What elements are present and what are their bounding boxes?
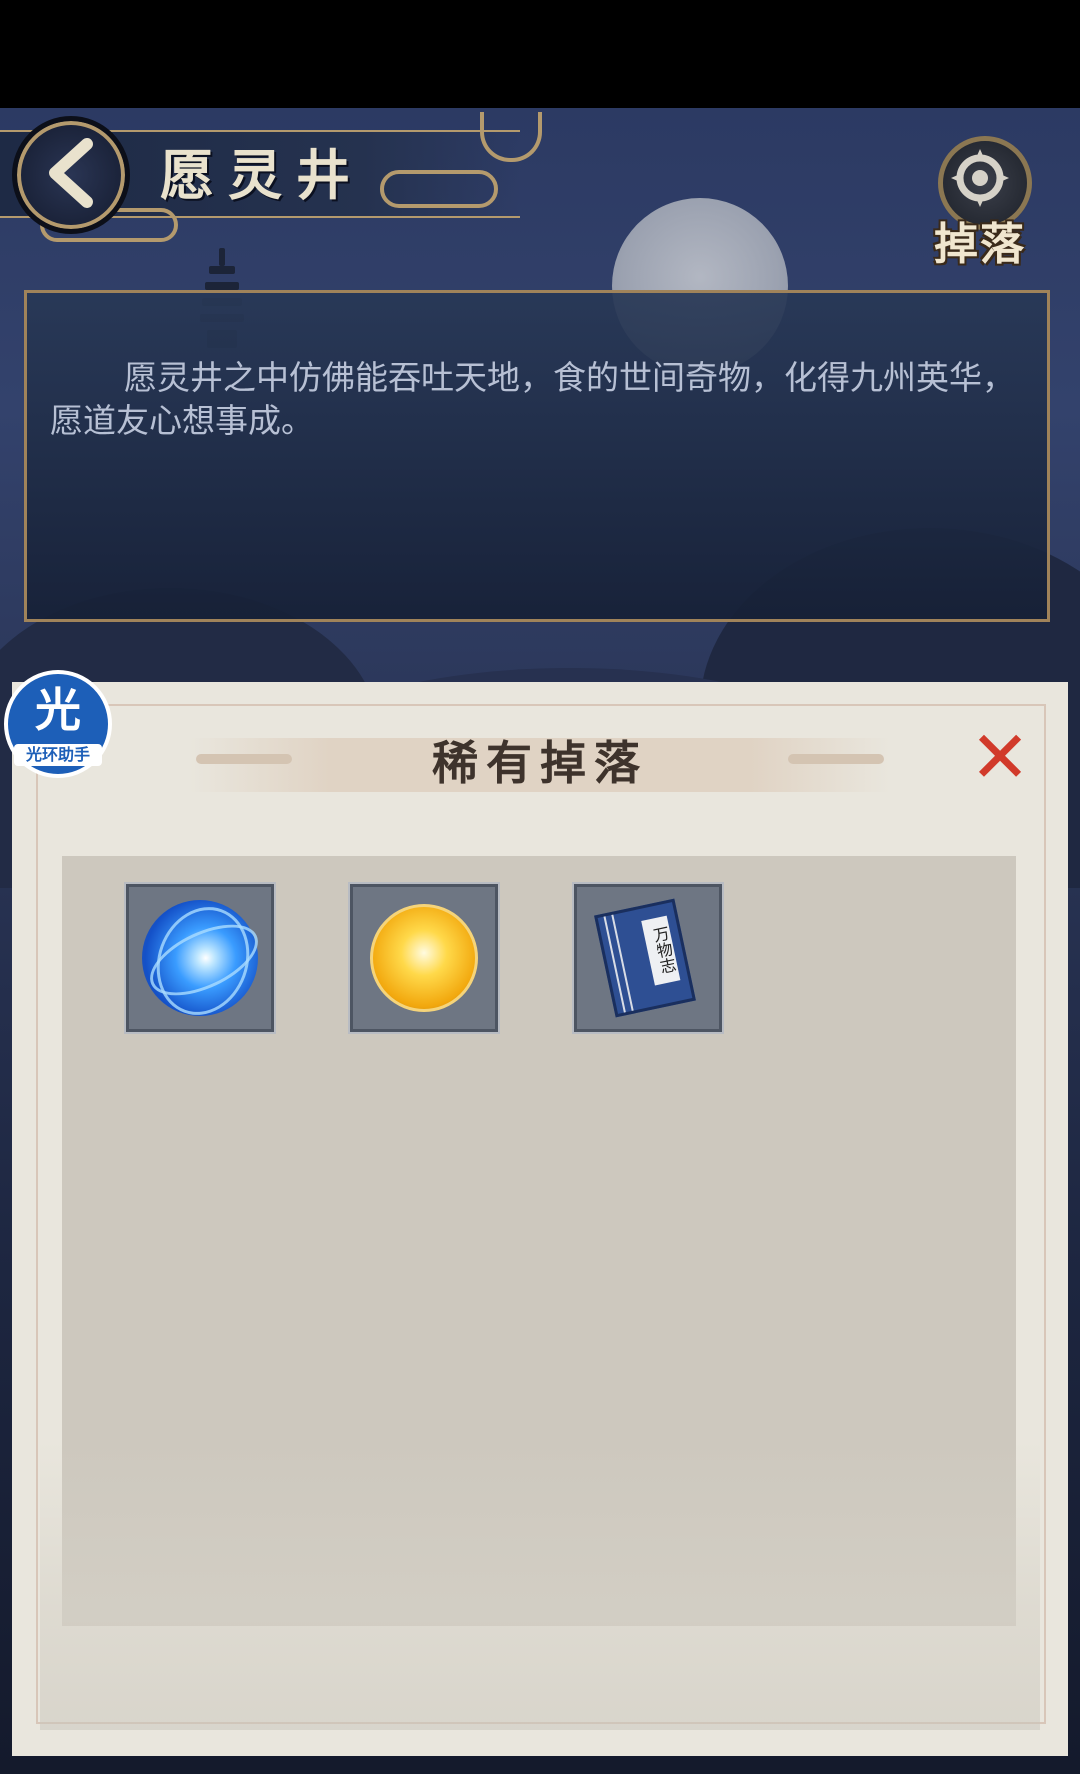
modal-title: 稀有掉落 [432, 736, 648, 790]
drop-button[interactable]: 掉落 [920, 136, 1040, 270]
back-button[interactable] [12, 116, 130, 234]
app-watermark-badge: 光 光环助手 [4, 670, 112, 778]
book-spine [603, 914, 634, 1013]
item-slot-blue-orb[interactable] [124, 882, 276, 1034]
close-button[interactable]: ✕ [968, 721, 1032, 793]
description-text: 愿灵井之中仿佛能吞吐天地，食的世间奇物，化得九州英华，愿道友心想事成。 [50, 358, 1015, 440]
gold-orb-icon [370, 904, 478, 1012]
description-panel [24, 290, 1050, 622]
status-bar-blackout [0, 0, 1080, 108]
cloud-ornament [380, 170, 498, 208]
book-icon: 万物志 [594, 898, 696, 1018]
item-slot-book[interactable]: 万物志 [572, 882, 724, 1034]
landscape-fade [40, 1440, 1040, 1730]
badge-logo-text: 光 [35, 683, 81, 737]
drop-button-label: 掉落 [934, 219, 1026, 270]
title-ornament-right [788, 754, 884, 764]
page-title: 愿灵井 [160, 143, 364, 207]
title-ornament-left [196, 754, 292, 764]
close-icon: ✕ [969, 715, 1031, 799]
badge-caption: 光环助手 [14, 744, 102, 766]
back-arrow-icon [43, 138, 99, 212]
book-title: 万物志 [641, 915, 681, 986]
item-slot-gold-orb[interactable] [348, 882, 500, 1034]
